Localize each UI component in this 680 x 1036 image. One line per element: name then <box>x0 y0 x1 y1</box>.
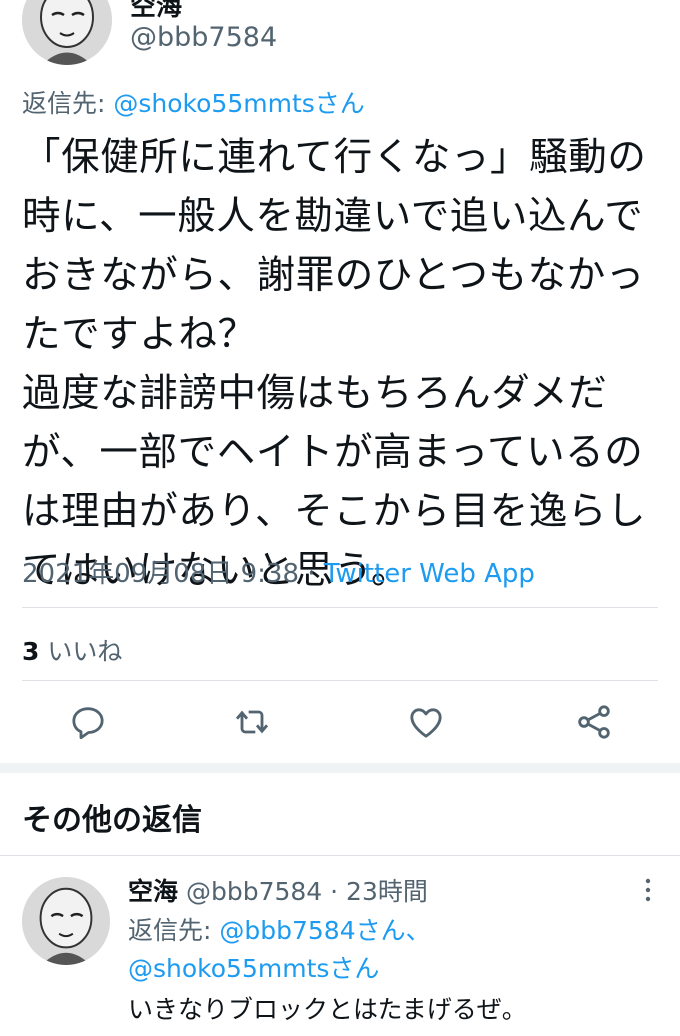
author-handle[interactable]: @bbb7584 <box>130 22 277 53</box>
more-vertical-icon <box>645 878 651 902</box>
author-avatar[interactable] <box>22 0 112 65</box>
divider <box>0 855 680 856</box>
monk-portrait-icon <box>22 877 110 965</box>
like-label: いいね <box>39 637 123 666</box>
tweet-line: は理由があり、そこから目を逸らし <box>22 489 647 534</box>
reply-to-label: 返信先: <box>22 89 114 118</box>
like-count: 3 <box>22 637 40 666</box>
reply-text: いきなりブロックとはたまげるぜ。 <box>128 995 527 1024</box>
reply-author-name[interactable]: 空海 <box>128 877 178 906</box>
section-separator <box>0 763 680 773</box>
tweet-line: 過度な誹謗中傷はもちろんダメだ <box>22 371 608 416</box>
reply-author-handle-time[interactable]: @bbb7584 · 23時間 <box>178 877 428 906</box>
section-title: その他の返信 <box>22 803 202 838</box>
author-name[interactable]: 空海 <box>130 0 182 23</box>
tweet-meta: 2021年09月08日 9:38 · Twitter Web App <box>22 553 535 590</box>
reply-to-handle-link[interactable]: @shoko55mmtsさん <box>128 954 379 983</box>
reply-header: 空海 @bbb7584 · 23時間 <box>128 872 428 908</box>
tweet-line: 時に、一般人を勘違いで追い込んで <box>22 194 644 239</box>
retweet-button[interactable] <box>232 702 272 742</box>
more-options-button[interactable] <box>640 875 656 905</box>
source-app-link[interactable]: Twitter Web App <box>324 559 535 589</box>
heart-icon <box>410 708 442 738</box>
tweet-timestamp[interactable]: 2021年09月08日 9:38 · <box>22 559 324 589</box>
monk-portrait-icon <box>22 0 112 65</box>
reply-to-line: 返信先: @shoko55mmtsさん <box>22 84 365 120</box>
reply-author-avatar[interactable] <box>22 877 110 965</box>
retweet-icon <box>235 710 269 734</box>
tweet-line: おきながら、謝罪のひとつもなかっ <box>22 253 645 298</box>
like-count-row[interactable]: 3 いいね <box>22 632 122 668</box>
reply-icon <box>72 707 104 740</box>
tweet-line: が、一部でヘイトが高まっているの <box>22 430 644 475</box>
divider <box>22 607 658 608</box>
like-button[interactable] <box>406 702 446 742</box>
share-icon <box>578 705 610 739</box>
reply-to-handle-link[interactable]: @shoko55mmtsさん <box>113 89 364 118</box>
reply-button[interactable] <box>68 702 108 742</box>
reply-to-label: 返信先: <box>128 916 220 945</box>
tweet-line: 「保健所に連れて行くなっ」騒動の <box>22 135 647 180</box>
tweet-text: 「保健所に連れて行くなっ」騒動の 時に、一般人を勘違いで追い込んで おきながら、… <box>22 128 667 600</box>
share-button[interactable] <box>574 702 614 742</box>
reply-reply-to-line: 返信先: @bbb7584さん、 @shoko55mmtsさん <box>128 912 648 988</box>
tweet-line: たですよね？ <box>22 312 257 357</box>
reply-to-handle-link[interactable]: @bbb7584さん、 <box>219 916 430 945</box>
divider <box>22 680 658 681</box>
